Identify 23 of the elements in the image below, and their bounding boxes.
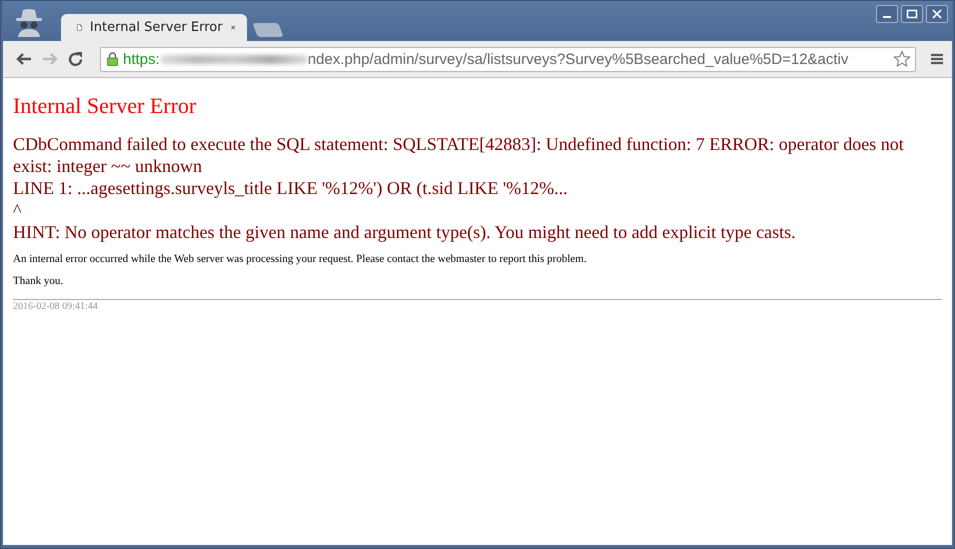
error-message-line: LINE 1: ...agesettings.surveyls_title LIKE '%12%') OR (t.sid LIKE '%12%... [13,177,569,199]
menu-icon[interactable] [930,53,944,65]
address-bar[interactable]: https: ndex.php/admin/survey/sa/listsurveys?Survey%5Bsearched_value%5D=12&activ [100,46,916,72]
maximize-icon[interactable] [906,8,918,20]
timestamp: 2016-02-08 09:41:44 [13,301,99,312]
page-icon [77,21,82,34]
error-message-line: HINT: No operator matches the given name and argument type(s). You might need to add explicit type casts. [13,221,797,243]
thanks-text: Thank you. [13,275,64,287]
back-icon[interactable] [15,51,33,67]
star-icon[interactable] [893,50,911,68]
error-message-line: ^ [13,199,22,221]
error-heading: Internal Server Error [13,93,198,119]
browser-tab[interactable]: Internal Server Error [61,14,247,41]
new-tab-button[interactable] [252,23,284,37]
reload-icon[interactable] [67,50,84,68]
notice-text: An internal error occurred while the Web server was processing your request. Please contact the webmaster to report this problem. [13,253,588,265]
close-icon[interactable] [931,8,943,20]
url-scheme: https: [123,50,160,68]
url-path: ndex.php/admin/survey/sa/listsurveys?Survey%5Bsearched_value%5D=12&activ [308,50,850,68]
tab-title: Internal Server Error [90,20,223,35]
close-icon[interactable] [230,23,235,32]
error-message-line: CDbCommand failed to execute the SQL statement: SQLSTATE[42883]: Undefined function: 7 ERROR: operator does not exist: integer ~~ unknown [13,133,905,177]
incognito-icon [13,7,45,37]
